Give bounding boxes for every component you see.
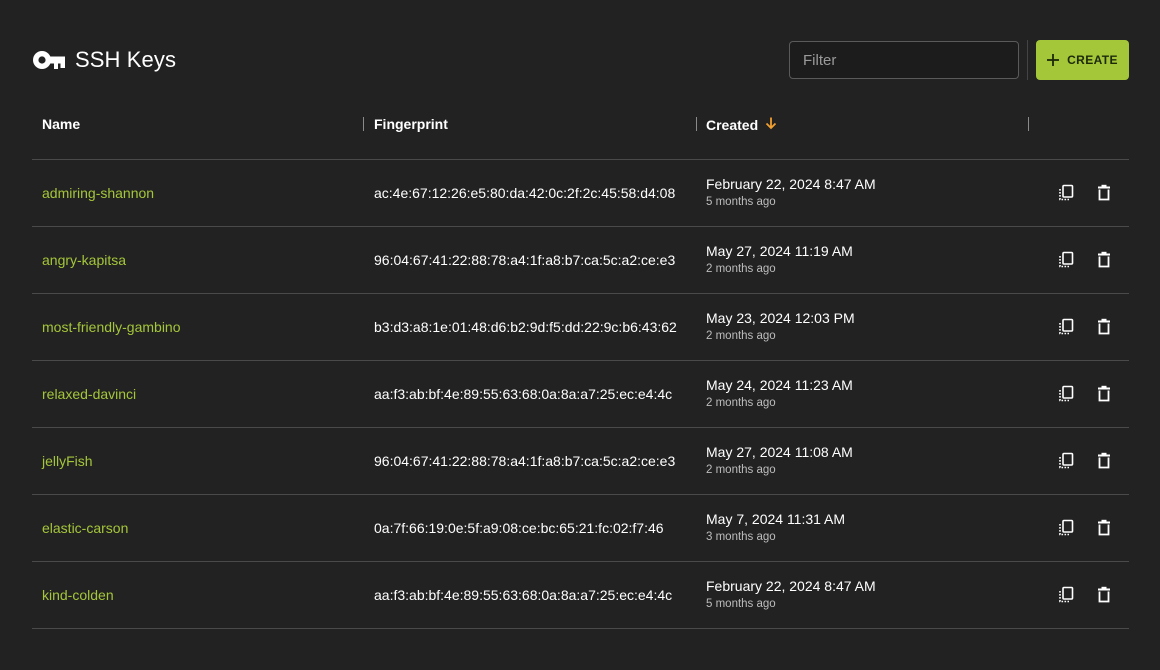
copy-icon xyxy=(1059,184,1074,201)
created-cell: May 7, 2024 11:31 AM 3 months ago xyxy=(706,511,845,544)
copy-icon xyxy=(1059,318,1074,335)
column-resize-handle[interactable] xyxy=(696,117,697,131)
created-date: May 7, 2024 11:31 AM xyxy=(706,511,846,527)
created-cell: May 27, 2024 11:19 AM 2 months ago xyxy=(706,243,853,276)
key-name-link[interactable]: elastic-carson xyxy=(42,495,128,561)
table-row: kind-colden aa:f3:ab:bf:4e:89:55:63:68:0… xyxy=(32,562,1129,629)
created-relative: 2 months ago xyxy=(706,397,776,409)
trash-icon xyxy=(1098,452,1110,469)
table-row: jellyFish 96:04:67:41:22:88:78:a4:1f:a8:… xyxy=(32,428,1129,495)
create-button-label: CREATE xyxy=(1067,53,1118,67)
created-relative: 5 months ago xyxy=(706,598,776,610)
column-header-created[interactable]: Created xyxy=(706,116,778,133)
key-fingerprint: aa:f3:ab:bf:4e:89:55:63:68:0a:8a:a7:25:e… xyxy=(374,587,673,603)
ssh-keys-table: Name Fingerprint Created admiring-shanno… xyxy=(32,90,1129,629)
key-name-link[interactable]: most-friendly-gambino xyxy=(42,294,181,360)
copy-button[interactable] xyxy=(1054,181,1078,205)
created-relative: 2 months ago xyxy=(706,464,776,476)
copy-icon xyxy=(1059,452,1074,469)
arrow-down-icon xyxy=(764,116,778,133)
key-fingerprint: 0a:7f:66:19:0e:5f:a9:08:ce:bc:65:21:fc:0… xyxy=(374,520,664,536)
table-row: angry-kapitsa 96:04:67:41:22:88:78:a4:1f… xyxy=(32,227,1129,294)
copy-button[interactable] xyxy=(1054,583,1078,607)
trash-icon xyxy=(1098,586,1110,603)
table-row: most-friendly-gambino b3:d3:a8:1e:01:48:… xyxy=(32,294,1129,361)
column-header-name[interactable]: Name xyxy=(42,116,80,132)
plus-icon xyxy=(1047,54,1060,66)
created-date: May 24, 2024 11:23 AM xyxy=(706,377,853,393)
column-resize-handle[interactable] xyxy=(1028,117,1029,131)
created-relative: 2 months ago xyxy=(706,263,776,275)
created-cell: May 27, 2024 11:08 AM 2 months ago xyxy=(706,444,853,477)
page-header: SSH Keys xyxy=(32,40,176,80)
key-fingerprint: 96:04:67:41:22:88:78:a4:1f:a8:b7:ca:5c:a… xyxy=(374,453,676,469)
created-date: May 27, 2024 11:08 AM xyxy=(706,444,853,460)
created-relative: 5 months ago xyxy=(706,196,776,208)
key-icon xyxy=(32,49,66,71)
copy-button[interactable] xyxy=(1054,315,1078,339)
trash-icon xyxy=(1098,184,1110,201)
ssh-keys-page: SSH Keys CREATE Name Fingerprint Created xyxy=(0,0,1160,670)
column-header-fingerprint-label: Fingerprint xyxy=(374,116,448,132)
trash-icon xyxy=(1098,318,1110,335)
key-name-link[interactable]: angry-kapitsa xyxy=(42,227,126,293)
copy-button[interactable] xyxy=(1054,516,1078,540)
delete-button[interactable] xyxy=(1092,516,1116,540)
toolbar-divider xyxy=(1027,40,1028,80)
key-fingerprint: ac:4e:67:12:26:e5:80:da:42:0c:2f:2c:45:5… xyxy=(374,185,676,201)
delete-button[interactable] xyxy=(1092,315,1116,339)
created-date: May 27, 2024 11:19 AM xyxy=(706,243,853,259)
column-header-created-label: Created xyxy=(706,116,759,133)
created-cell: May 24, 2024 11:23 AM 2 months ago xyxy=(706,377,853,410)
table-row: relaxed-davinci aa:f3:ab:bf:4e:89:55:63:… xyxy=(32,361,1129,428)
page-title: SSH Keys xyxy=(75,47,177,72)
delete-button[interactable] xyxy=(1092,382,1116,406)
created-date: February 22, 2024 8:47 AM xyxy=(706,578,876,594)
created-cell: May 23, 2024 12:03 PM 2 months ago xyxy=(706,310,855,343)
copy-button[interactable] xyxy=(1054,248,1078,272)
delete-button[interactable] xyxy=(1092,248,1116,272)
table-row: admiring-shannon ac:4e:67:12:26:e5:80:da… xyxy=(32,160,1129,227)
key-name-link[interactable]: jellyFish xyxy=(42,428,93,494)
key-name-link[interactable]: admiring-shannon xyxy=(42,160,154,226)
created-relative: 2 months ago xyxy=(706,330,776,342)
delete-button[interactable] xyxy=(1092,583,1116,607)
trash-icon xyxy=(1098,385,1110,402)
created-date: February 22, 2024 8:47 AM xyxy=(706,176,876,192)
trash-icon xyxy=(1098,251,1110,268)
copy-icon xyxy=(1059,519,1074,536)
created-date: May 23, 2024 12:03 PM xyxy=(706,310,855,326)
created-relative: 3 months ago xyxy=(706,531,776,543)
key-name-link[interactable]: kind-colden xyxy=(42,562,114,628)
column-header-name-label: Name xyxy=(42,116,81,132)
delete-button[interactable] xyxy=(1092,181,1116,205)
created-cell: February 22, 2024 8:47 AM 5 months ago xyxy=(706,176,876,209)
create-button[interactable]: CREATE xyxy=(1036,40,1129,80)
copy-button[interactable] xyxy=(1054,449,1078,473)
key-fingerprint: aa:f3:ab:bf:4e:89:55:63:68:0a:8a:a7:25:e… xyxy=(374,386,673,402)
trash-icon xyxy=(1098,519,1110,536)
key-fingerprint: 96:04:67:41:22:88:78:a4:1f:a8:b7:ca:5c:a… xyxy=(374,252,676,268)
key-fingerprint: b3:d3:a8:1e:01:48:d6:b2:9d:f5:dd:22:9c:b… xyxy=(374,319,677,335)
table-header: Name Fingerprint Created xyxy=(32,90,1129,160)
key-name-link[interactable]: relaxed-davinci xyxy=(42,361,136,427)
copy-icon xyxy=(1059,586,1074,603)
column-header-fingerprint[interactable]: Fingerprint xyxy=(374,116,448,132)
table-row: elastic-carson 0a:7f:66:19:0e:5f:a9:08:c… xyxy=(32,495,1129,562)
copy-icon xyxy=(1059,251,1074,268)
filter-input[interactable] xyxy=(789,41,1019,79)
copy-button[interactable] xyxy=(1054,382,1078,406)
copy-icon xyxy=(1059,385,1074,402)
column-resize-handle[interactable] xyxy=(363,117,364,131)
delete-button[interactable] xyxy=(1092,449,1116,473)
created-cell: February 22, 2024 8:47 AM 5 months ago xyxy=(706,578,876,611)
